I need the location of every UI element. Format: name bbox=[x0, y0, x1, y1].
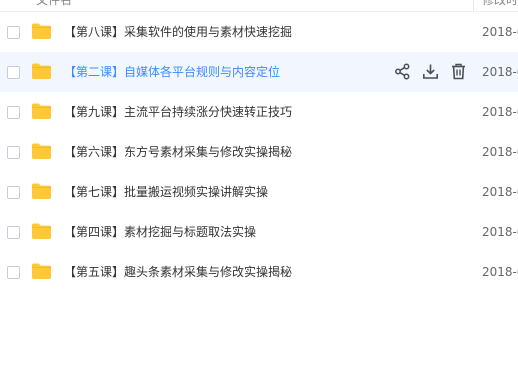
file-row[interactable]: 【第二课】自媒体各平台规则与内容定位 2018- bbox=[0, 52, 518, 92]
row-checkbox[interactable] bbox=[7, 186, 20, 199]
file-date: 2018-0 bbox=[482, 65, 518, 79]
row-checkbox[interactable] bbox=[7, 226, 20, 239]
file-name[interactable]: 【第五课】趣头条素材采集与修改实操揭秘 bbox=[64, 252, 292, 292]
file-name[interactable]: 【第六课】东方号素材采集与修改实操揭秘 bbox=[64, 132, 292, 172]
file-name[interactable]: 【第八课】采集软件的使用与素材快速挖掘 bbox=[64, 12, 292, 52]
file-date: 2018-0 bbox=[482, 105, 518, 119]
folder-icon bbox=[32, 63, 51, 79]
column-header-name[interactable]: 文件名 bbox=[36, 0, 72, 8]
file-row[interactable]: 【第八课】采集软件的使用与素材快速挖掘 2018-0 bbox=[0, 12, 518, 52]
folder-icon bbox=[32, 183, 51, 199]
file-date: 2018-0 bbox=[482, 145, 518, 159]
file-date: 2018-0 bbox=[482, 225, 518, 239]
folder-icon bbox=[32, 23, 51, 39]
row-checkbox[interactable] bbox=[7, 146, 20, 159]
folder-icon bbox=[32, 263, 51, 279]
row-checkbox[interactable] bbox=[7, 266, 20, 279]
folder-icon bbox=[32, 143, 51, 159]
file-list: 【第八课】采集软件的使用与素材快速挖掘 2018-0 【第二课】自媒体各平台规则… bbox=[0, 12, 518, 292]
row-checkbox[interactable] bbox=[7, 106, 20, 119]
file-name[interactable]: 【第二课】自媒体各平台规则与内容定位 bbox=[64, 52, 280, 92]
file-row[interactable]: 【第九课】主流平台持续涨分快速转正技巧 2018-0 bbox=[0, 92, 518, 132]
delete-icon[interactable] bbox=[450, 63, 467, 80]
folder-icon bbox=[32, 223, 51, 239]
row-checkbox[interactable] bbox=[7, 66, 20, 79]
file-name[interactable]: 【第九课】主流平台持续涨分快速转正技巧 bbox=[64, 92, 292, 132]
row-checkbox[interactable] bbox=[7, 26, 20, 39]
file-date: 2018-0 bbox=[482, 265, 518, 279]
column-divider bbox=[473, 0, 474, 11]
file-name[interactable]: 【第四课】素材挖掘与标题取法实操 bbox=[64, 212, 256, 252]
file-date: 2018-0 bbox=[482, 25, 518, 39]
file-name[interactable]: 【第七课】批量搬运视频实操讲解实操 bbox=[64, 172, 268, 212]
folder-icon bbox=[32, 103, 51, 119]
list-header: 文件名 修改时间 bbox=[0, 0, 518, 12]
column-header-date[interactable]: 修改时间 bbox=[482, 0, 518, 8]
file-row[interactable]: 【第四课】素材挖掘与标题取法实操 2018-0 bbox=[0, 212, 518, 252]
share-icon[interactable] bbox=[394, 63, 411, 80]
file-date: 2018-0 bbox=[482, 185, 518, 199]
download-icon[interactable] bbox=[422, 63, 439, 80]
file-row[interactable]: 【第五课】趣头条素材采集与修改实操揭秘 2018-0 bbox=[0, 252, 518, 292]
file-row[interactable]: 【第七课】批量搬运视频实操讲解实操 2018-0 bbox=[0, 172, 518, 212]
file-row[interactable]: 【第六课】东方号素材采集与修改实操揭秘 2018-0 bbox=[0, 132, 518, 172]
file-manager: 文件名 修改时间 【第八课】采集软件的使用与素材快速挖掘 2018-0 【第二课… bbox=[0, 0, 518, 381]
